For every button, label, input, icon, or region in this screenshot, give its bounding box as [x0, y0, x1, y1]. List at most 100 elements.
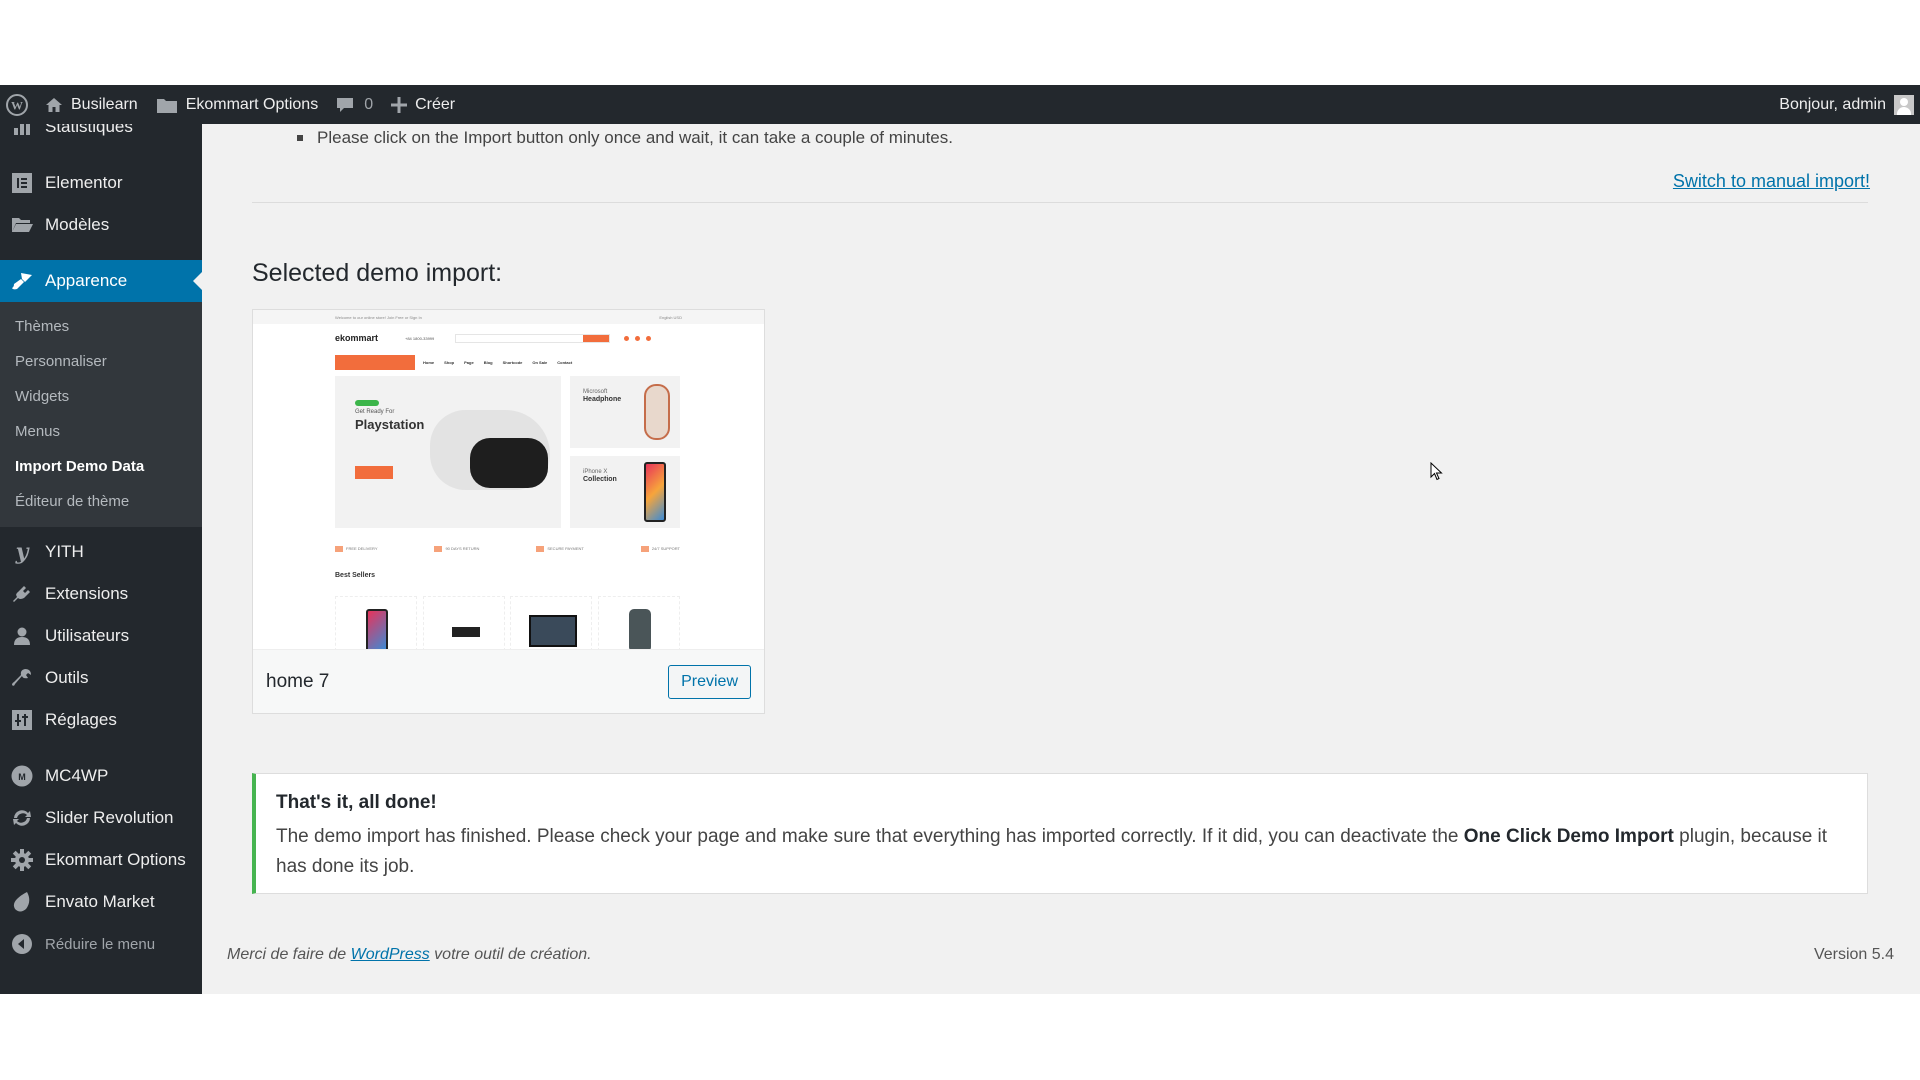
sidebar-item-envato-market[interactable]: Envato Market	[0, 881, 202, 923]
comment-icon	[336, 96, 354, 114]
mini-header: ekommart +84 1800-33999	[253, 324, 764, 352]
gear-icon	[10, 848, 34, 872]
appearance-submenu: Thèmes Personnaliser Widgets Menus Impor…	[0, 302, 202, 527]
new-content-menu[interactable]: Créer	[382, 85, 464, 124]
home-icon	[45, 96, 63, 114]
site-name-menu[interactable]: Busilearn	[36, 85, 147, 124]
admin-bar: W Busilearn Ekommart Options 0 Créer Bon…	[0, 85, 1920, 124]
yith-icon: y	[15, 539, 29, 565]
mini-best-sellers: Best Sellers	[335, 572, 376, 579]
mini-search	[455, 333, 610, 343]
sidebar-item-mc4wp[interactable]: M MC4WP	[0, 755, 202, 797]
submenu-item-widgets[interactable]: Widgets	[0, 379, 202, 414]
footer-thanks: Merci de faire de WordPress votre outil …	[227, 946, 592, 963]
comments-count: 0	[364, 95, 374, 113]
svg-text:W: W	[11, 98, 23, 112]
import-note-text: Please click on the Import button only o…	[317, 128, 953, 147]
ekommart-options-menu[interactable]: Ekommart Options	[147, 85, 327, 124]
plugin-name: One Click Demo Import	[1463, 826, 1674, 847]
mouse-cursor-icon	[1430, 461, 1444, 487]
sidebar-item-label: Elementor	[45, 173, 123, 192]
site-name: Busilearn	[71, 95, 138, 113]
mini-topbar-text: Welcome to our online store! Join Free o…	[335, 314, 422, 320]
collapse-menu-label: Réduire le menu	[45, 935, 156, 953]
wordpress-link[interactable]: WordPress	[351, 946, 430, 963]
mini-products	[335, 596, 680, 649]
refresh-icon	[10, 806, 34, 830]
mini-hero: Get Ready For Playstation	[335, 376, 561, 528]
demo-card: Welcome to our online store! Join Free o…	[252, 309, 765, 714]
collapse-menu-button[interactable]: Réduire le menu	[0, 923, 202, 965]
switch-to-manual-import-link[interactable]: Switch to manual import!	[1673, 171, 1870, 192]
submenu-item-themes[interactable]: Thèmes	[0, 309, 202, 344]
submenu-item-import-demo-data[interactable]: Import Demo Data	[0, 449, 202, 484]
demo-card-footer: home 7 Preview	[253, 649, 764, 713]
mc4wp-icon: M	[10, 764, 34, 788]
leaf-icon	[10, 890, 34, 914]
sidebar-item-label: Apparence	[45, 271, 128, 290]
sidebar-item-label: Ekommart Options	[45, 850, 186, 869]
mini-logo: ekommart	[335, 333, 379, 343]
my-account-menu[interactable]: Bonjour, admin	[1770, 85, 1920, 124]
greeting: Bonjour, admin	[1779, 95, 1886, 113]
ekommart-options-label: Ekommart Options	[185, 95, 319, 113]
mini-departments	[335, 354, 415, 370]
admin-sidebar: Statistiques Elementor Modèles Apparence…	[0, 117, 202, 994]
brush-icon	[10, 269, 34, 293]
sidebar-item-reglages[interactable]: Réglages	[0, 699, 202, 741]
demo-name: home 7	[266, 670, 330, 692]
elementor-icon	[10, 171, 34, 195]
sidebar-item-label: Modèles	[45, 215, 110, 234]
avatar	[1894, 94, 1914, 115]
collapse-arrow-icon	[10, 932, 34, 956]
success-notice: That's it, all done! The demo import has…	[252, 773, 1868, 894]
notice-title: That's it, all done!	[276, 792, 437, 813]
sidebar-item-outils[interactable]: Outils	[0, 657, 202, 699]
sidebar-item-ekommart-options[interactable]: Ekommart Options	[0, 839, 202, 881]
preview-button[interactable]: Preview	[668, 664, 751, 699]
bullet-icon	[297, 135, 303, 141]
sidebar-item-elementor[interactable]: Elementor	[0, 162, 202, 204]
settings-icon	[10, 708, 34, 732]
sidebar-item-extensions[interactable]: Extensions	[0, 573, 202, 615]
wp-admin-frame: W Busilearn Ekommart Options 0 Créer Bon…	[0, 85, 1920, 994]
sidebar-item-modeles[interactable]: Modèles	[0, 204, 202, 246]
sidebar-item-label: MC4WP	[45, 766, 109, 785]
sidebar-item-label: YITH	[45, 542, 84, 561]
mini-nav: Home Shop Page Blog Shortcode On Sale Co…	[253, 352, 764, 372]
mini-card-iphone: iPhone X Collection	[570, 456, 680, 528]
wp-logo-menu[interactable]: W	[0, 85, 36, 124]
plus-icon	[391, 96, 408, 113]
submenu-item-menus[interactable]: Menus	[0, 414, 202, 449]
sidebar-item-label: Réglages	[45, 710, 117, 729]
import-note: Please click on the Import button only o…	[297, 128, 953, 148]
sidebar-item-yith[interactable]: y YITH	[0, 531, 202, 573]
main-content: Please click on the Import button only o…	[202, 124, 1920, 994]
sidebar-item-label: Envato Market	[45, 892, 155, 911]
svg-text:M: M	[18, 772, 26, 782]
mini-features: FREE DELIVERY 90 DAYS RETURN SECURE PAYM…	[335, 546, 680, 552]
mini-phone: +84 1800-33999	[405, 335, 435, 341]
mini-card-headphone: Microsoft Headphone	[570, 376, 680, 448]
sidebar-item-slider-revolution[interactable]: Slider Revolution	[0, 797, 202, 839]
sidebar-item-label: Utilisateurs	[45, 626, 130, 645]
plugin-icon	[10, 582, 34, 606]
mini-topbar-right: English USD	[659, 314, 682, 320]
new-content-label: Créer	[415, 95, 456, 113]
comments-menu[interactable]: 0	[327, 85, 382, 124]
submenu-item-customize[interactable]: Personnaliser	[0, 344, 202, 379]
divider	[252, 202, 1868, 203]
mini-nav-links: Home Shop Page Blog Shortcode On Sale Co…	[423, 359, 573, 365]
submenu-item-theme-editor[interactable]: Éditeur de thème	[0, 484, 202, 519]
demo-screenshot: Welcome to our online store! Join Free o…	[253, 310, 764, 649]
section-title: Selected demo import:	[252, 259, 503, 287]
sidebar-item-apparence[interactable]: Apparence	[0, 260, 202, 302]
wordpress-logo-icon: W	[6, 93, 28, 116]
user-icon	[10, 624, 34, 648]
sidebar-item-utilisateurs[interactable]: Utilisateurs	[0, 615, 202, 657]
mini-header-icons	[624, 335, 651, 341]
notice-body: The demo import has finished. Please che…	[276, 826, 1828, 877]
mini-topbar: Welcome to our online store! Join Free o…	[253, 310, 764, 324]
folder-icon	[156, 96, 178, 114]
sidebar-item-label: Slider Revolution	[45, 808, 174, 827]
